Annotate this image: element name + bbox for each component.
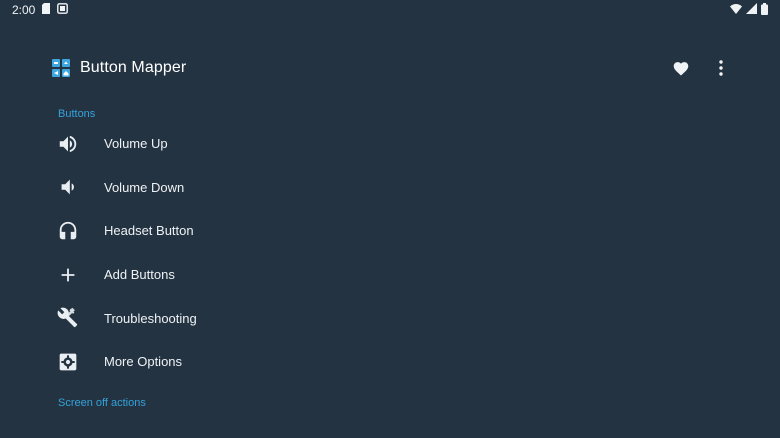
more-vert-icon[interactable]: [710, 57, 732, 79]
list-item-volume-down[interactable]: Volume Down: [40, 166, 740, 210]
list-item-label: Volume Down: [104, 179, 185, 195]
status-bar: 2:00: [0, 0, 780, 20]
list-item-label: Volume Up: [104, 136, 168, 152]
section-header-screen-off-actions: Screen off actions: [58, 397, 146, 409]
volume-down-icon: [56, 175, 80, 199]
list-item-headset-button[interactable]: Headset Button: [40, 209, 740, 253]
button-mapper-logo-icon: [52, 59, 70, 77]
battery-icon: [761, 2, 768, 18]
section-header-buttons: Buttons: [58, 108, 96, 120]
add-icon: [56, 263, 80, 287]
headset-icon: [56, 219, 80, 243]
sim-card-icon: [42, 3, 51, 17]
favorite-heart-icon[interactable]: [670, 57, 692, 79]
list-item-more-options[interactable]: More Options: [40, 340, 740, 384]
list-item-volume-up[interactable]: Volume Up: [40, 122, 740, 166]
status-time: 2:00: [12, 3, 36, 17]
app-bar: Button Mapper: [52, 56, 732, 80]
list-item-add-buttons[interactable]: Add Buttons: [40, 253, 740, 297]
list-item-label: More Options: [104, 354, 183, 370]
volume-up-icon: [56, 132, 80, 156]
list-item-troubleshooting[interactable]: Troubleshooting: [40, 296, 740, 340]
tools-icon: [56, 306, 80, 330]
list-item-label: Add Buttons: [104, 267, 175, 283]
gear-icon: [56, 350, 80, 374]
list-item-label: Troubleshooting: [104, 310, 197, 326]
signal-icon: [746, 3, 757, 17]
buttons-list: Volume Up Volume Down Headset Button Add…: [40, 122, 740, 384]
screenshot-icon: [57, 3, 69, 17]
page-title: Button Mapper: [80, 59, 187, 76]
wifi-icon: [730, 3, 742, 17]
list-item-label: Headset Button: [104, 223, 194, 239]
